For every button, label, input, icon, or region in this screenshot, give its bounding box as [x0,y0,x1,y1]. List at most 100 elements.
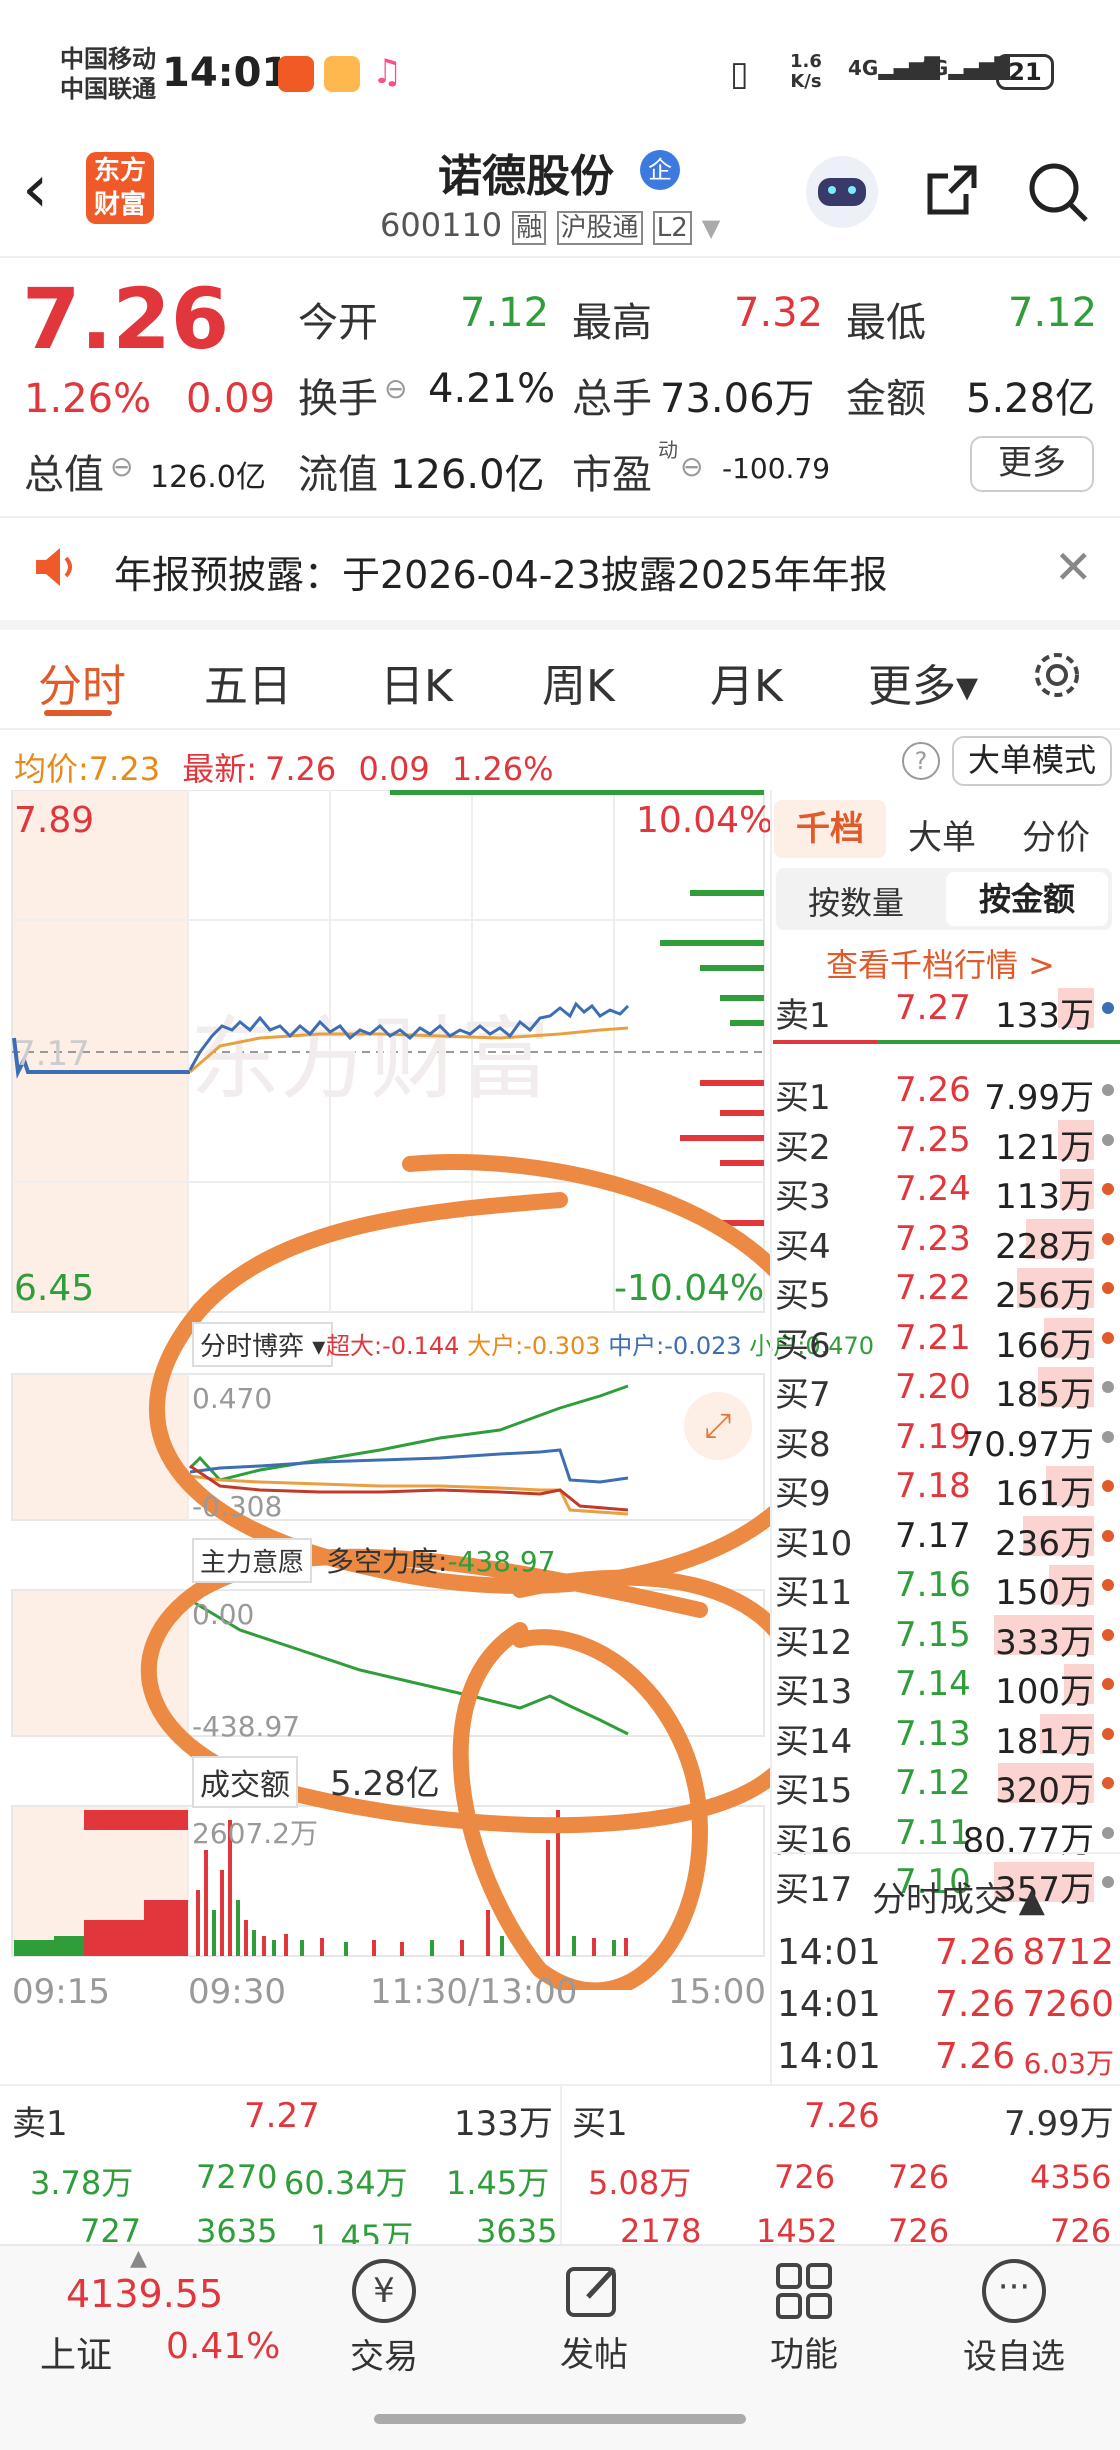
expand-icon[interactable]: ⤢ [684,1392,752,1460]
subtab-by-count[interactable]: 按数量 [808,878,904,924]
nav-post[interactable]: 发帖 [504,2245,684,2376]
watermark: 东方财富 [190,1007,550,1112]
turnover-info-icon[interactable]: ⊖ [384,372,407,405]
pct-axis-high: 10.04% [636,800,774,841]
more-quote-button[interactable]: 更多 [970,436,1094,492]
buy-row[interactable]: 买5 7.22 256万 [773,1262,1120,1316]
buy-label: 买4 [775,1226,831,1267]
bb-buy-cell: 4356 [1030,2158,1112,2196]
panel3-selector[interactable]: 成交额 [192,1756,298,1808]
tab-more[interactable]: 更多▾ [868,650,978,714]
panel-divider [770,790,772,2086]
sell-price: 7.27 [895,988,971,1028]
index-up-icon: ▲ [130,2246,147,2271]
subtab-by-amount[interactable]: 按金额 [946,872,1108,926]
index-value[interactable]: 4139.55 [66,2272,223,2316]
open-value: 7.12 [460,290,550,336]
logo-line-2: 财富 [93,190,146,220]
buy-row[interactable]: 买12 7.15 333万 [773,1609,1120,1663]
buy-row[interactable]: 买3 7.24 113万 [773,1163,1120,1217]
intraday-chart[interactable]: 东方财富 [0,790,770,1990]
logo-line-1: 东方 [93,156,146,186]
tab-fenshi[interactable]: 分时 [38,650,126,714]
app-logo[interactable]: 东方 财富 [86,152,154,224]
time-tick-1130: 11:30/13:00 [370,1972,578,2012]
last-value: 7.26 [265,750,337,788]
buy-row[interactable]: 买6 7.21 166万 [773,1312,1120,1366]
panel2-selector[interactable]: 主力意愿 [192,1538,313,1583]
bottom-book-divider [560,2086,562,2246]
buy-row[interactable]: 买7 7.20 185万 [773,1361,1120,1415]
yuan-icon: ¥ [352,2259,416,2323]
pe-info-icon[interactable]: ⊖ [680,450,703,483]
net-speed-unit: K/s [790,71,822,92]
panel2-min: -438.97 [192,1710,301,1743]
notice-text: 年报预披露：于2026-04-23披露2025年年报 [114,553,888,597]
nav-add-watchlist[interactable]: ··· 设自选 [924,2245,1104,2378]
tab-qiandang[interactable]: 千档 [774,800,886,858]
signal-1-label: 4G [848,56,879,80]
mktcap-info-icon[interactable]: ⊖ [110,450,133,483]
buy-row[interactable]: 买2 7.25 121万 [773,1114,1120,1168]
bb-sell-cell: 3.78万 [30,2164,134,2202]
ticks-title[interactable]: 分时成交 ▲ [872,1872,1045,1921]
sell-row[interactable]: 卖1 7.27 133万 [773,982,1120,1036]
index-name[interactable]: 上证 [40,2326,112,2378]
buy-volume: 333万 [995,1622,1094,1663]
edit-icon [564,2261,624,2321]
time-tick-1500: 15:00 [668,1972,766,2012]
tab-fenjia[interactable]: 分价 [1022,810,1090,859]
buy-dot [1102,1331,1114,1344]
stock-code-row[interactable]: 600110 融 沪股通 L2 ▼ [380,206,720,245]
bb-sell-price: 7.27 [244,2096,320,2136]
buy-dot [1102,1282,1114,1294]
buy-volume: 166万 [995,1325,1094,1366]
panel1-selector[interactable]: 分时博弈 ▾ [192,1322,334,1367]
tick-volume: 8712 [1022,1932,1114,1973]
buy-label: 买10 [775,1523,853,1564]
nav-trade[interactable]: ¥ 交易 [294,2245,474,2378]
close-icon[interactable]: ✕ [1054,540,1093,594]
buy-row[interactable]: 买11 7.16 150万 [773,1559,1120,1613]
tab-yuek[interactable]: 月K [710,650,783,714]
buy-dot [1102,1529,1114,1542]
buy-row[interactable]: 买14 7.13 181万 [773,1708,1120,1762]
back-icon[interactable]: ‹ [22,150,48,227]
buy-price: 7.16 [895,1565,971,1605]
buy-row[interactable]: 买10 7.17 236万 [773,1510,1120,1564]
l2-tag: L2 [652,211,692,245]
buy-row[interactable]: 买13 7.14 100万 [773,1658,1120,1712]
view-depth-link[interactable]: 查看千档行情 > [826,940,1055,986]
legend-zhonghu: 中户:-0.023 [608,1332,742,1360]
big-order-mode-button[interactable]: 大单模式 [952,736,1112,786]
nav-functions[interactable]: 功能 [714,2245,894,2376]
more-dots-icon: ··· [982,2259,1046,2323]
mktcap-value: 126.0亿 [150,460,266,495]
time-tick-0915: 09:15 [12,1972,110,2012]
buy-label: 买2 [775,1127,831,1168]
buy-row[interactable]: 买4 7.23 228万 [773,1213,1120,1267]
share-icon[interactable] [924,162,980,218]
buy-price: 7.23 [895,1218,971,1259]
buy-row[interactable]: 买8 7.19 70.97万 [773,1411,1120,1465]
tab-zhouk[interactable]: 周K [542,650,615,714]
tab-rik[interactable]: 日K [380,650,453,714]
help-icon[interactable]: ? [902,742,940,780]
tab-wuri[interactable]: 五日 [204,650,292,714]
buy-volume: 320万 [995,1771,1094,1811]
low-label: 最低 [846,300,926,346]
tab-dadan[interactable]: 大单 [908,810,976,859]
robot-assistant-icon[interactable] [806,156,878,228]
buy-row[interactable]: 买15 7.12 320万 [773,1757,1120,1811]
grid-icon [774,2261,834,2321]
index-pct[interactable]: 0.41% [166,2326,280,2367]
buy-dot [1102,1381,1114,1393]
settings-icon[interactable] [1030,648,1084,702]
search-icon[interactable] [1026,160,1090,224]
buy-row[interactable]: 买1 7.26 7.99万 [773,1064,1120,1118]
panel1-min: -0.308 [192,1490,283,1523]
buy-price: 7.19 [895,1416,971,1457]
buy-row[interactable]: 买9 7.18 161万 [773,1460,1120,1514]
bb-buy-cell: 726 [888,2158,950,2196]
buy-row[interactable]: 买16 7.11 80.77万 [773,1807,1120,1861]
